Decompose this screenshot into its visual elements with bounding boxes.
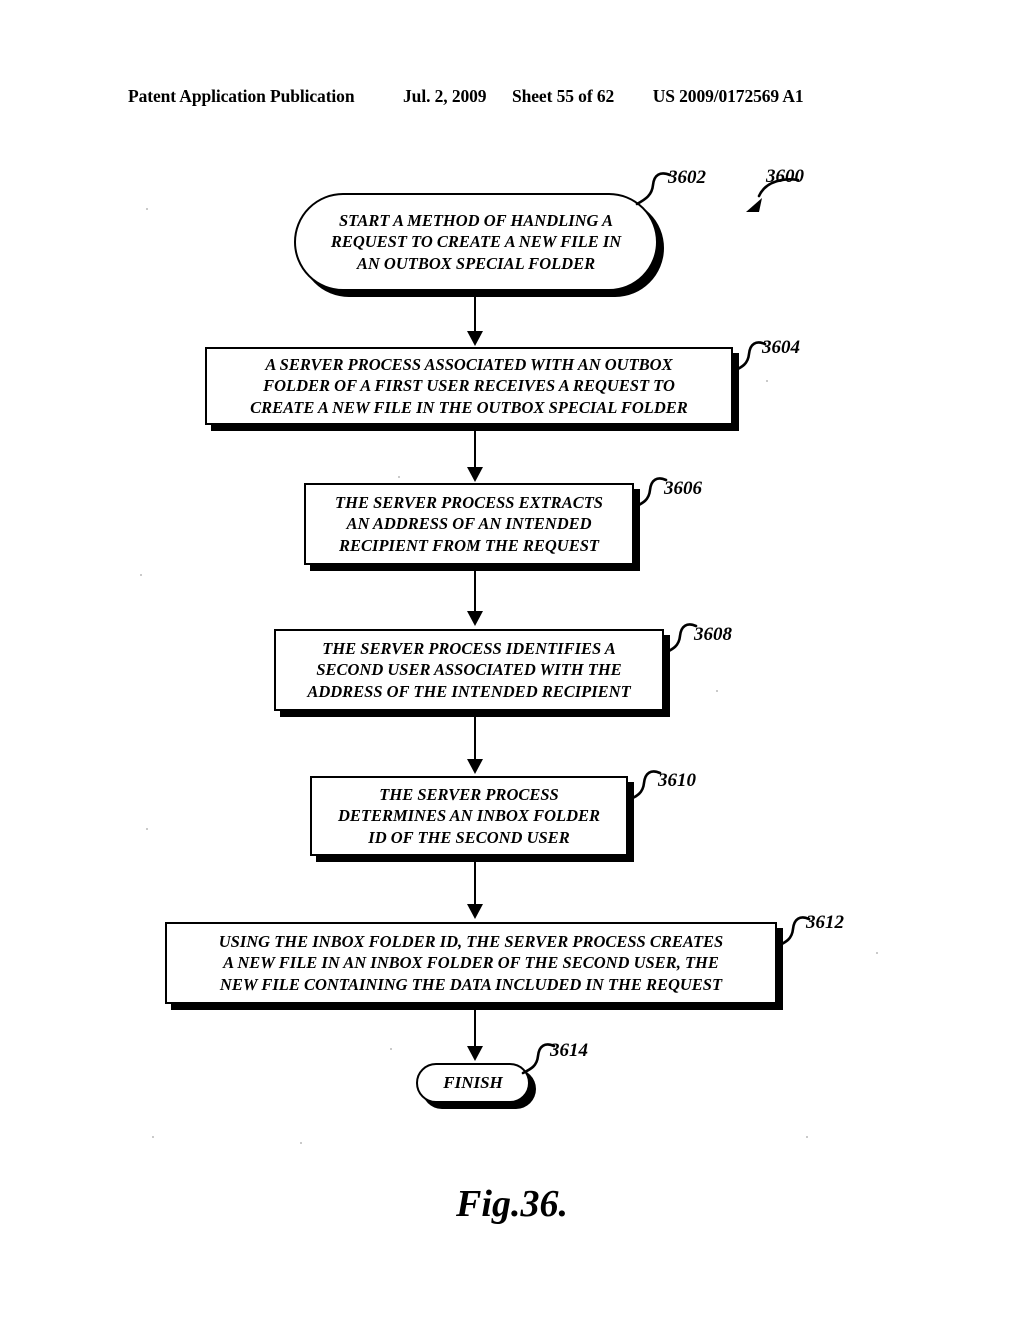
node-start: START A METHOD OF HANDLING A REQUEST TO … (294, 193, 658, 291)
node-start-line-3: AN OUTBOX SPECIAL FOLDER (356, 253, 596, 273)
connector-3608-to-3610 (474, 717, 476, 761)
connector-3610-to-3612 (474, 862, 476, 906)
node-3608-line-1: THE SERVER PROCESS IDENTIFIES A (322, 638, 616, 658)
node-3612-line-1: USING THE INBOX FOLDER ID, THE SERVER PR… (218, 931, 724, 951)
node-3606-line-1: THE SERVER PROCESS EXTRACTS (335, 492, 603, 512)
node-3608-line-2: SECOND USER ASSOCIATED WITH THE (316, 660, 622, 680)
connector-3612-to-finish (474, 1010, 476, 1048)
scan-speck (806, 1136, 808, 1138)
reference-numeral-3612: 3612 (806, 912, 844, 933)
node-3604-line-2: FOLDER OF A FIRST USER RECEIVES A REQUES… (263, 376, 675, 396)
reference-numeral-3614: 3614 (550, 1040, 588, 1061)
scan-speck (716, 690, 718, 692)
connector-3606-to-3608 (474, 571, 476, 613)
connector-arrowhead-3610-to-3612 (467, 904, 483, 919)
scan-speck (140, 574, 142, 576)
scan-speck (300, 1142, 302, 1144)
node-3604-line-1: A SERVER PROCESS ASSOCIATED WITH AN OUTB… (265, 354, 673, 374)
scan-speck (146, 828, 148, 830)
node-3606: THE SERVER PROCESS EXTRACTS AN ADDRESS O… (304, 483, 634, 565)
scan-speck (766, 380, 768, 382)
reference-numeral-3608: 3608 (694, 624, 732, 645)
node-finish: FINISH (416, 1063, 530, 1103)
header-date: Jul. 2, 2009 (403, 86, 487, 106)
node-finish-label: FINISH (443, 1072, 503, 1092)
node-start-line-1: START A METHOD OF HANDLING A (339, 210, 613, 230)
scan-speck (876, 952, 878, 954)
scan-speck (152, 1136, 154, 1138)
node-3612-line-2: A NEW FILE IN AN INBOX FOLDER OF THE SEC… (223, 953, 719, 973)
node-3610-line-2: DETERMINES AN INBOX FOLDER (337, 806, 601, 826)
page-header: Patent Application Publication Jul. 2, 2… (128, 86, 898, 112)
connector-arrowhead-start-to-3604 (467, 331, 483, 346)
node-3610: THE SERVER PROCESS DETERMINES AN INBOX F… (310, 776, 628, 856)
node-start-line-2: REQUEST TO CREATE A NEW FILE IN (330, 232, 622, 252)
figure-caption: Fig.36. (456, 1183, 568, 1225)
connector-3604-to-3606 (474, 431, 476, 469)
reference-numeral-3606: 3606 (664, 478, 702, 499)
node-3604-line-3: CREATE A NEW FILE IN THE OUTBOX SPECIAL … (250, 397, 688, 417)
header-patent-number: US 2009/0172569 A1 (652, 86, 804, 106)
node-3610-line-3: ID OF THE SECOND USER (368, 827, 570, 847)
connector-arrowhead-3608-to-3610 (467, 759, 483, 774)
node-3610-line-1: THE SERVER PROCESS (379, 784, 559, 804)
header-publication: Patent Application Publication (128, 86, 355, 106)
connector-arrowhead-3612-to-finish (467, 1046, 483, 1061)
scan-speck (398, 476, 400, 478)
connector-arrowhead-3606-to-3608 (467, 611, 483, 626)
node-3608: THE SERVER PROCESS IDENTIFIES A SECOND U… (274, 629, 664, 711)
reference-numeral-3604: 3604 (762, 337, 800, 358)
header-sheet: Sheet 55 of 62 (512, 86, 615, 106)
connector-arrowhead-3604-to-3606 (467, 467, 483, 482)
reference-numeral-3602: 3602 (668, 167, 706, 188)
node-3606-line-3: RECIPIENT FROM THE REQUEST (339, 535, 599, 555)
node-3612-line-3: NEW FILE CONTAINING THE DATA INCLUDED IN… (219, 974, 723, 994)
reference-numeral-3610: 3610 (658, 770, 696, 791)
scan-speck (390, 1048, 392, 1050)
patent-figure-page: Patent Application Publication Jul. 2, 2… (0, 0, 1024, 1320)
node-3608-line-3: ADDRESS OF THE INTENDED RECIPIENT (307, 681, 631, 701)
scan-speck (146, 208, 148, 210)
connector-start-to-3604 (474, 291, 476, 333)
node-3604: A SERVER PROCESS ASSOCIATED WITH AN OUTB… (205, 347, 733, 425)
node-3612: USING THE INBOX FOLDER ID, THE SERVER PR… (165, 922, 777, 1004)
reference-numeral-3600: 3600 (766, 166, 804, 187)
node-3606-line-2: AN ADDRESS OF AN INTENDED (346, 514, 592, 534)
